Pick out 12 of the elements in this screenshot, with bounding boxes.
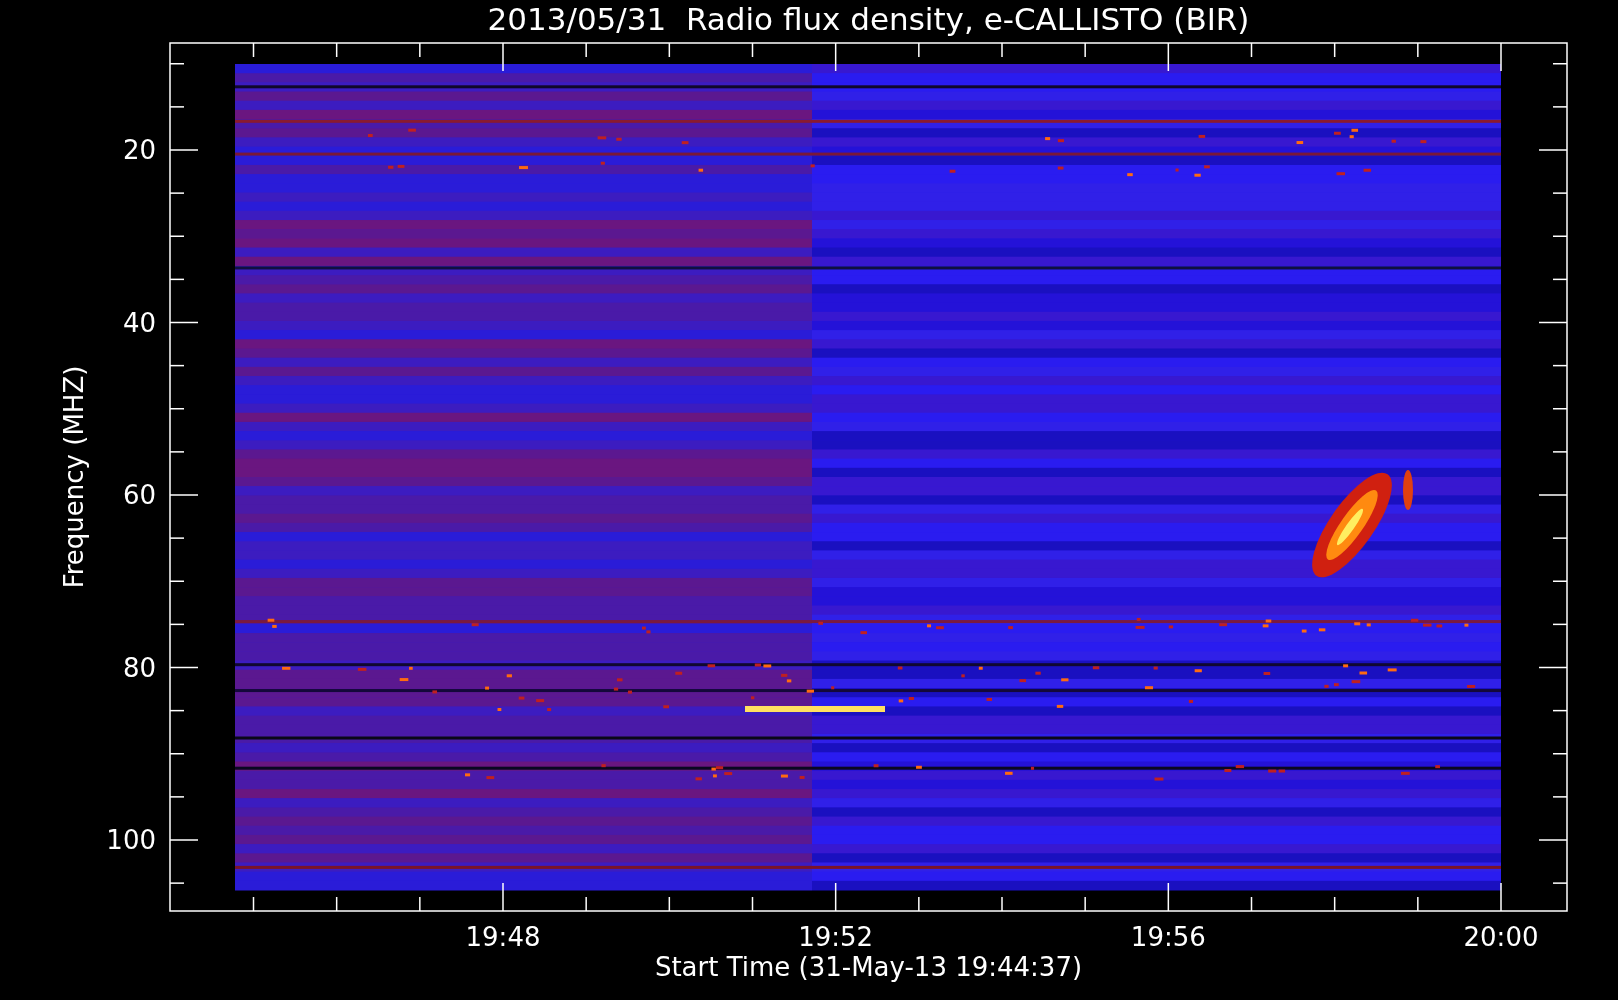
x-tick-label: 19:56 bbox=[1130, 922, 1206, 952]
x-tick-label: 19:48 bbox=[465, 922, 541, 952]
y-tick-label: 100 bbox=[106, 825, 156, 855]
chart-title: 2013/05/31 Radio flux density, e-CALLISTO (BIR) bbox=[487, 1, 1250, 37]
y-tick-label: 20 bbox=[122, 135, 156, 165]
x-tick-label: 19:52 bbox=[798, 922, 874, 952]
y-tick-label: 40 bbox=[122, 307, 156, 338]
y-axis-title: Frequency (MHZ) bbox=[59, 365, 89, 589]
y-tick-label: 80 bbox=[122, 652, 156, 683]
y-tick-label: 60 bbox=[122, 480, 156, 510]
x-tick-label: 20:00 bbox=[1463, 922, 1539, 952]
x-axis-title: Start Time (31-May-13 19:44:37) bbox=[654, 952, 1083, 982]
